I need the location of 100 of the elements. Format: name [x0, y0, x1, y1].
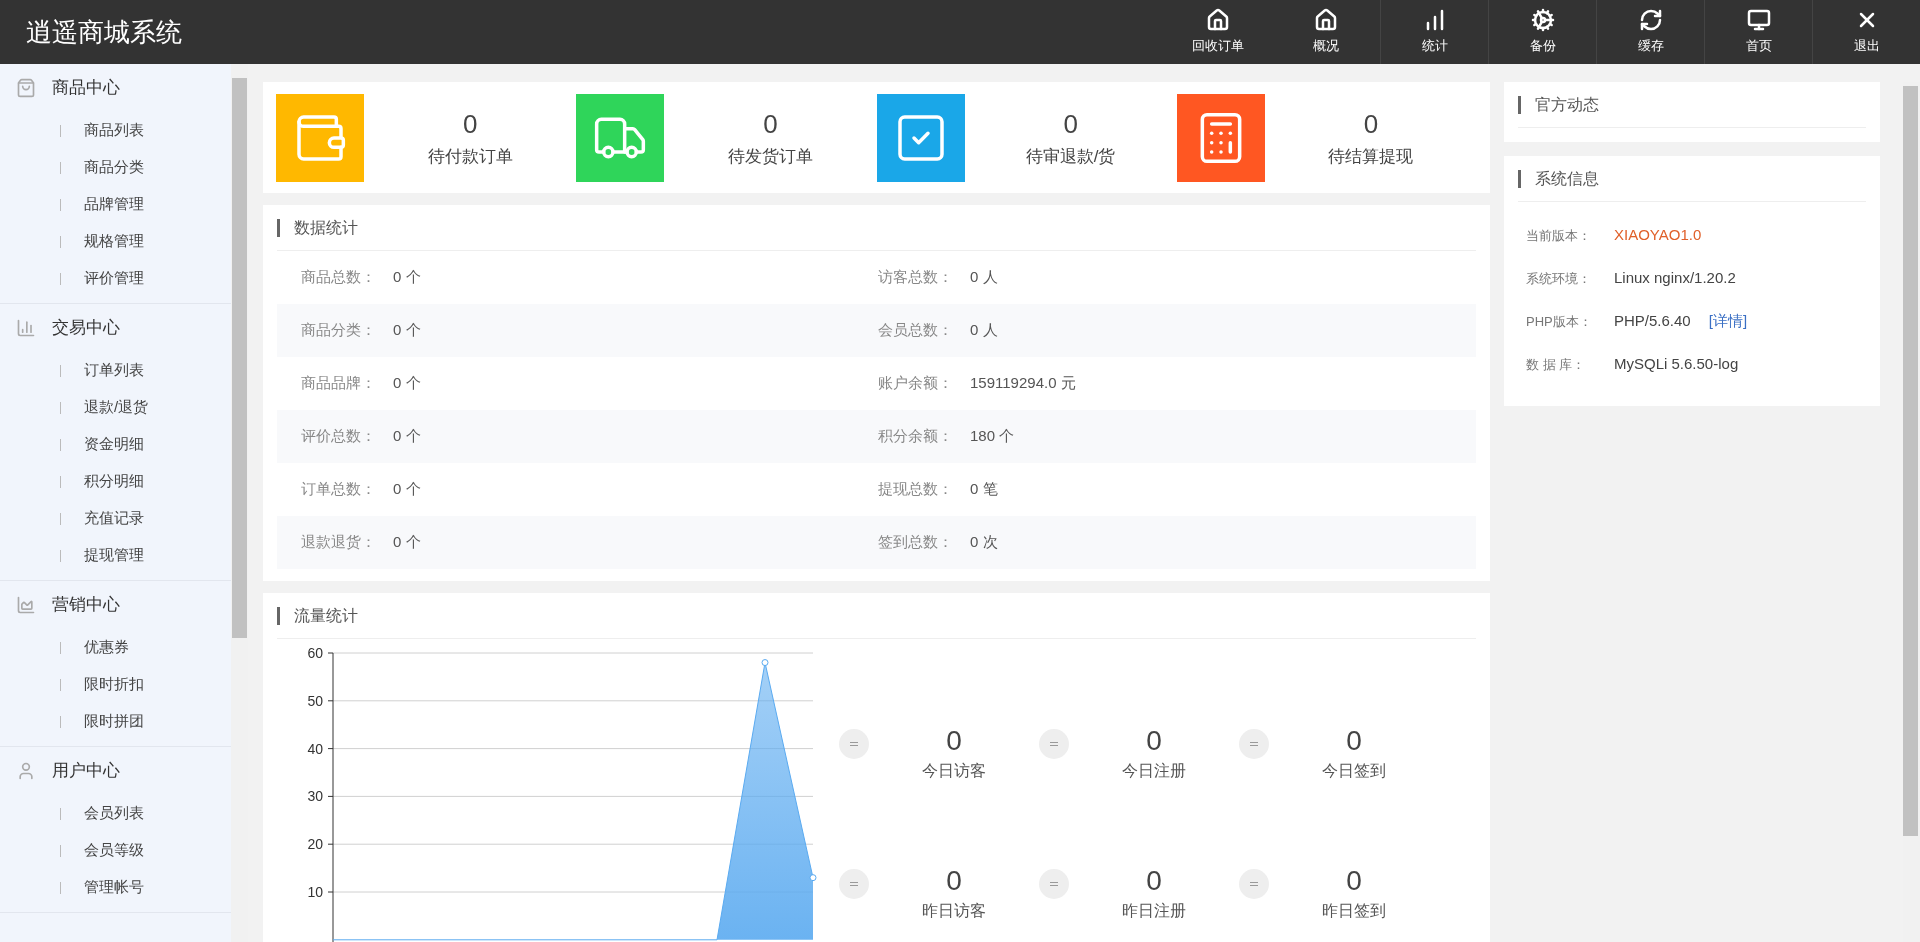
- menu-item[interactable]: 订单列表: [84, 359, 144, 382]
- stat-value: 159119294.0 元: [970, 373, 1076, 394]
- count: 0: [462, 108, 478, 142]
- y-axis-label: 50: [307, 692, 323, 709]
- stat-value: 0 笔: [970, 479, 998, 500]
- stat-label: 商品总数：: [301, 267, 377, 288]
- menu-item[interactable]: 会员等级: [84, 839, 144, 862]
- menu-item[interactable]: 商品分类: [84, 156, 144, 179]
- y-axis-label: 10: [307, 884, 323, 900]
- stat-label: 订单总数：: [301, 479, 377, 500]
- count: 0: [763, 108, 778, 142]
- stat-value: 0 人: [970, 267, 998, 288]
- scrollbar[interactable]: [231, 64, 248, 942]
- stat-label: 会员总数：: [878, 320, 954, 341]
- info-label: 系统环境：: [1526, 269, 1592, 288]
- menu-item[interactable]: 资金明细: [84, 433, 144, 456]
- info-value: Linux nginx/1.20.2: [1614, 268, 1736, 289]
- stat-value: 180 个: [970, 426, 1015, 447]
- menu-item[interactable]: 限时拼团: [84, 710, 144, 733]
- home-icon: [1314, 8, 1338, 33]
- section-title[interactable]: 用户中心: [52, 758, 120, 784]
- stat-value: 0 个: [393, 320, 421, 341]
- menu-item[interactable]: 品牌管理: [84, 193, 144, 216]
- count: 0: [1063, 108, 1078, 142]
- info-label: 当前版本：: [1526, 226, 1592, 245]
- stat-label: 签到总数：: [878, 532, 954, 553]
- count-label: 待发货订单: [727, 146, 813, 169]
- equal-icon: [1239, 869, 1269, 899]
- equal-icon: [839, 869, 869, 899]
- stat-value: 0 个: [393, 267, 421, 288]
- menu-item[interactable]: 退款/退货: [84, 396, 149, 419]
- nav-button[interactable]: 概况: [1272, 0, 1380, 64]
- section-title[interactable]: 营销中心: [52, 592, 120, 618]
- card-title: 流量统计: [294, 605, 358, 626]
- area-chart-icon: [16, 595, 36, 615]
- menu-item[interactable]: 规格管理: [84, 230, 144, 253]
- monitor-icon: [1746, 8, 1771, 33]
- count: 0: [1363, 108, 1379, 142]
- info-value: MySQLi 5.6.50-log: [1614, 354, 1739, 375]
- stat-label: 商品分类：: [301, 320, 377, 341]
- stat-label: 提现总数：: [878, 479, 954, 500]
- y-axis-label: 30: [307, 788, 323, 805]
- traffic-value: 0: [1146, 724, 1162, 758]
- menu-item[interactable]: 限时折扣: [84, 673, 144, 696]
- count-label: 待付款订单: [427, 146, 513, 169]
- menu-item[interactable]: 评价管理: [84, 267, 144, 290]
- equal-icon: [839, 729, 869, 759]
- menu-item[interactable]: 充值记录: [84, 507, 144, 530]
- equal-icon: [1039, 729, 1069, 759]
- info-label: PHP版本：: [1526, 312, 1593, 331]
- traffic-value: 0: [1346, 864, 1362, 898]
- count-label: 待结算提现: [1328, 146, 1414, 169]
- traffic-label: 今日访客: [922, 761, 986, 781]
- menu-item[interactable]: 管理帐号: [84, 876, 144, 899]
- card-title: 数据统计: [294, 217, 358, 238]
- stat-label: 退款退货：: [301, 532, 377, 553]
- stat-label: 访客总数：: [878, 267, 954, 288]
- info-value: XIAOYAO1.0: [1614, 225, 1702, 246]
- menu-item[interactable]: 优惠券: [84, 636, 129, 659]
- nav-button[interactable]: 回收订单: [1164, 0, 1272, 64]
- traffic-label: 昨日注册: [1122, 901, 1186, 921]
- stat-value: 0 个: [393, 373, 421, 394]
- bar-chart-icon: [16, 318, 36, 338]
- stat-value: 0 个: [393, 532, 421, 553]
- app-title: 逍遥商城系统: [26, 15, 182, 49]
- stat-label: 评价总数：: [301, 426, 377, 447]
- traffic-label: 今日签到: [1322, 761, 1386, 781]
- stat-value: 0 个: [393, 479, 421, 500]
- traffic-label: 昨日签到: [1322, 901, 1386, 921]
- traffic-value: 0: [1346, 724, 1362, 758]
- traffic-value: 0: [946, 724, 962, 758]
- menu-item[interactable]: 商品列表: [84, 119, 144, 142]
- refresh-icon: [1638, 8, 1663, 33]
- bag-icon: [16, 78, 36, 98]
- y-axis-label: 20: [307, 836, 323, 853]
- y-axis-label: 60: [307, 645, 323, 661]
- card-title: 系统信息: [1535, 168, 1599, 189]
- section-title[interactable]: 商品中心: [52, 75, 120, 101]
- info-value: PHP/5.6.40: [1614, 311, 1691, 332]
- data-point: [761, 659, 769, 667]
- menu-item[interactable]: 会员列表: [84, 802, 144, 825]
- stat-label: 商品品牌：: [301, 373, 377, 394]
- card-title: 官方动态: [1535, 94, 1599, 115]
- equal-icon: [1039, 869, 1069, 899]
- info-label: 数 据 库：: [1526, 355, 1587, 374]
- details-link[interactable]: [详情]: [1708, 310, 1748, 333]
- traffic-value: 0: [1146, 864, 1162, 898]
- traffic-label: 昨日访客: [922, 901, 986, 921]
- stat-value: 0 个: [393, 426, 421, 447]
- stat-value: 0 人: [970, 320, 998, 341]
- menu-item[interactable]: 提现管理: [84, 544, 144, 567]
- stat-label: 积分余额：: [878, 426, 954, 447]
- stat-value: 0 次: [970, 532, 998, 553]
- traffic-value: 0: [946, 864, 962, 898]
- count-label: 待审退款/货: [1025, 146, 1116, 169]
- gear-icon: [1530, 8, 1555, 33]
- equal-icon: [1239, 729, 1269, 759]
- y-axis-label: 40: [307, 740, 323, 757]
- menu-item[interactable]: 积分明细: [84, 470, 144, 493]
- section-title[interactable]: 交易中心: [52, 315, 120, 341]
